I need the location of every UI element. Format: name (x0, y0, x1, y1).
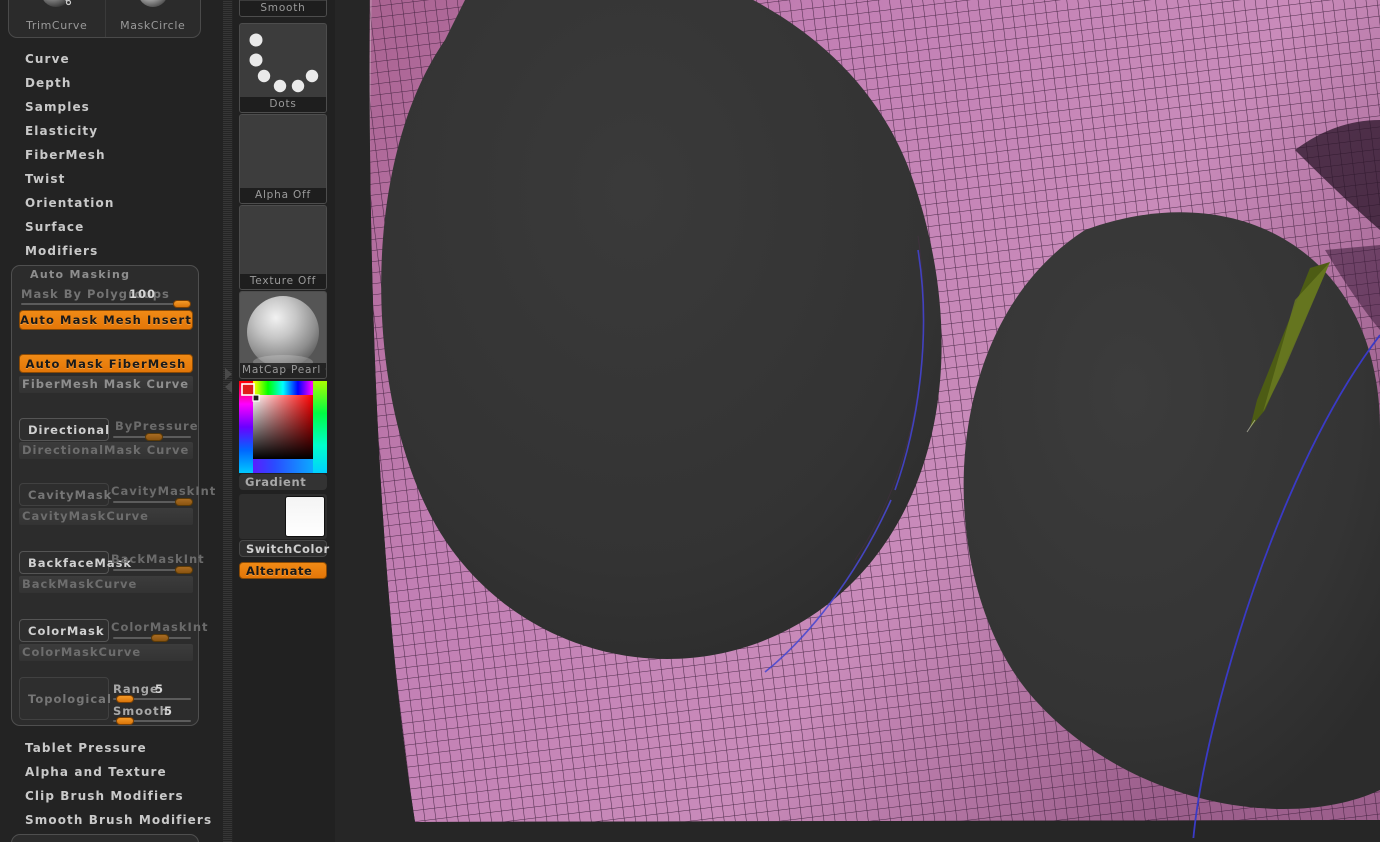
menu-item-twist[interactable]: Twist (25, 172, 65, 186)
alpha-tile[interactable]: Alpha Off (239, 114, 327, 204)
left-tool-panel: TrimCurve MaskCircle Curve Depth Samples… (0, 0, 232, 842)
trim-curve-brush-icon (43, 0, 71, 7)
cavity-mask-label: CavityMask (28, 487, 113, 502)
menu-item-depth[interactable]: Depth (25, 76, 71, 90)
material-label: MatCap Pearl Cav (240, 363, 326, 378)
color-mask-curve-label: ColorMaskCurve (22, 645, 142, 659)
stroke-dots-tile[interactable]: Dots (239, 23, 327, 113)
brush-item-maskcircle[interactable]: MaskCircle (104, 0, 201, 37)
range-slider-knob[interactable] (116, 695, 134, 703)
topological-button[interactable]: Topological (19, 677, 112, 720)
menu-item-smooth-brush-modifiers[interactable]: Smooth Brush Modifiers (25, 813, 212, 827)
auto-mask-fibermesh-button[interactable]: Auto Mask FiberMesh (19, 354, 193, 373)
color-mask-int-label: ColorMaskInt (111, 620, 209, 634)
gradient-button[interactable]: Gradient (239, 474, 327, 490)
directional-button[interactable]: Directional (19, 418, 109, 441)
3d-canvas[interactable] (335, 0, 1380, 842)
stroke-dots-label: Dots (240, 97, 326, 112)
scroll-expand-right-icon[interactable] (225, 368, 232, 380)
color-mask-label: ColorMask (28, 623, 105, 638)
mask-by-polygroups-slider-knob[interactable] (173, 300, 191, 308)
menu-item-tablet-pressure[interactable]: Tablet Pressure (25, 741, 147, 755)
cavity-mask-int-label: CavityMaskInt (111, 484, 217, 498)
smooth-value: 5 (164, 704, 174, 718)
auto-mask-mesh-insert-button[interactable]: Auto Mask Mesh Insert (19, 310, 193, 330)
brush-selector-row: TrimCurve MaskCircle (8, 0, 201, 38)
panel-scrollbar[interactable] (223, 0, 232, 842)
brush-label: TrimCurve (26, 19, 88, 32)
menu-item-fibermesh[interactable]: FiberMesh (25, 148, 106, 162)
3d-model-render (335, 0, 1380, 842)
mask-by-polygroups-slider-track[interactable] (21, 303, 191, 305)
gradient-label: Gradient (245, 475, 307, 489)
color-picker-wheel[interactable] (239, 381, 327, 473)
color-mask-button[interactable]: ColorMask (19, 619, 109, 642)
auto-masking-panel: Auto Masking Mask By Polygroups 100 Auto… (11, 265, 215, 726)
color-mask-int-slider-knob[interactable] (151, 634, 169, 642)
back-mask-curve-label: BackMaskCurve (22, 577, 138, 591)
material-tile[interactable]: MatCap Pearl Cav (239, 291, 327, 379)
menu-item-clip-brush-modifiers[interactable]: Clip Brush Modifiers (25, 789, 184, 803)
switch-color-button[interactable]: SwitchColor (239, 540, 330, 557)
stroke-smooth-label: Smooth (240, 1, 326, 16)
stroke-smooth-tile[interactable]: Smooth (239, 0, 327, 17)
cavity-mask-button[interactable]: CavityMask (19, 483, 113, 506)
fibermesh-mask-curve-label: FiberMesh Mask Curve (22, 377, 190, 391)
texture-tile[interactable]: Texture Off (239, 205, 327, 290)
scroll-collapse-left-icon[interactable] (225, 381, 232, 393)
mask-by-polygroups-value: 100 (129, 287, 157, 301)
next-panel-partial (11, 834, 199, 842)
directional-mask-curve-label: DirectionalMask Curve (22, 443, 190, 457)
cavity-mask-curve-label: CavityMaskCurve (22, 509, 149, 523)
backface-mask-button[interactable]: BackfaceMask (19, 551, 131, 574)
directional-label: Directional (28, 422, 111, 437)
topological-label: Topological (28, 691, 112, 706)
cavity-mask-curve-widget[interactable]: CavityMaskCurve (19, 508, 193, 525)
color-swatch-primary[interactable] (285, 496, 325, 537)
range-label: Range (113, 682, 159, 696)
range-value: 5 (155, 682, 165, 696)
mask-circle-brush-icon (140, 0, 166, 7)
back-mask-int-slider-knob[interactable] (175, 566, 193, 574)
menu-item-modifiers[interactable]: Modifiers (25, 244, 98, 258)
cavity-mask-int-slider-knob[interactable] (175, 498, 193, 506)
switch-color-label: SwitchColor (246, 541, 330, 556)
masked-region-left (381, 0, 942, 659)
color-mask-curve-widget[interactable]: ColorMaskCurve (19, 644, 193, 661)
texture-label: Texture Off (240, 274, 326, 289)
bypressure-label: ByPressure (115, 419, 199, 433)
fibermesh-mask-curve-widget[interactable]: FiberMesh Mask Curve (19, 376, 193, 393)
color-picker[interactable] (239, 381, 327, 473)
menu-item-curve[interactable]: Curve (25, 52, 70, 66)
alpha-label: Alpha Off (240, 188, 326, 203)
menu-item-orientation[interactable]: Orientation (25, 196, 115, 210)
directional-mask-curve-widget[interactable]: DirectionalMask Curve (19, 442, 193, 459)
back-mask-int-label: BackMaskInt (111, 552, 205, 566)
smooth-label: Smooth (113, 704, 169, 718)
alternate-label: Alternate (246, 563, 313, 578)
menu-item-samples[interactable]: Samples (25, 100, 90, 114)
menu-item-surface[interactable]: Surface (25, 220, 84, 234)
smooth-slider-knob[interactable] (116, 717, 134, 725)
alternate-button[interactable]: Alternate (239, 562, 327, 579)
brush-label: MaskCircle (120, 19, 186, 32)
auto-masking-title: Auto Masking (30, 268, 131, 281)
back-mask-curve-widget[interactable]: BackMaskCurve (19, 576, 193, 593)
menu-item-alpha-and-texture[interactable]: Alpha and Texture (25, 765, 167, 779)
brush-item-trimcurve[interactable]: TrimCurve (9, 0, 105, 37)
menu-item-elasticity[interactable]: Elasticity (25, 124, 98, 138)
bypressure-slider-knob[interactable] (145, 433, 163, 441)
